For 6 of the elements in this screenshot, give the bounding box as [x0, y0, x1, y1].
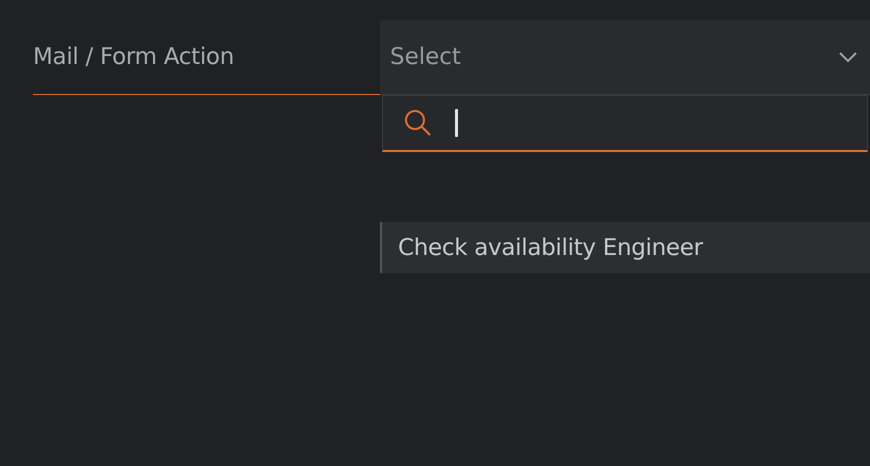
- select-dropdown[interactable]: Select: [380, 20, 870, 95]
- search-icon: [403, 108, 433, 138]
- search-field[interactable]: [382, 95, 868, 152]
- text-cursor: [455, 109, 458, 137]
- dropdown-option[interactable]: Check availability Engineer: [380, 222, 870, 273]
- chevron-down-icon: [838, 51, 858, 63]
